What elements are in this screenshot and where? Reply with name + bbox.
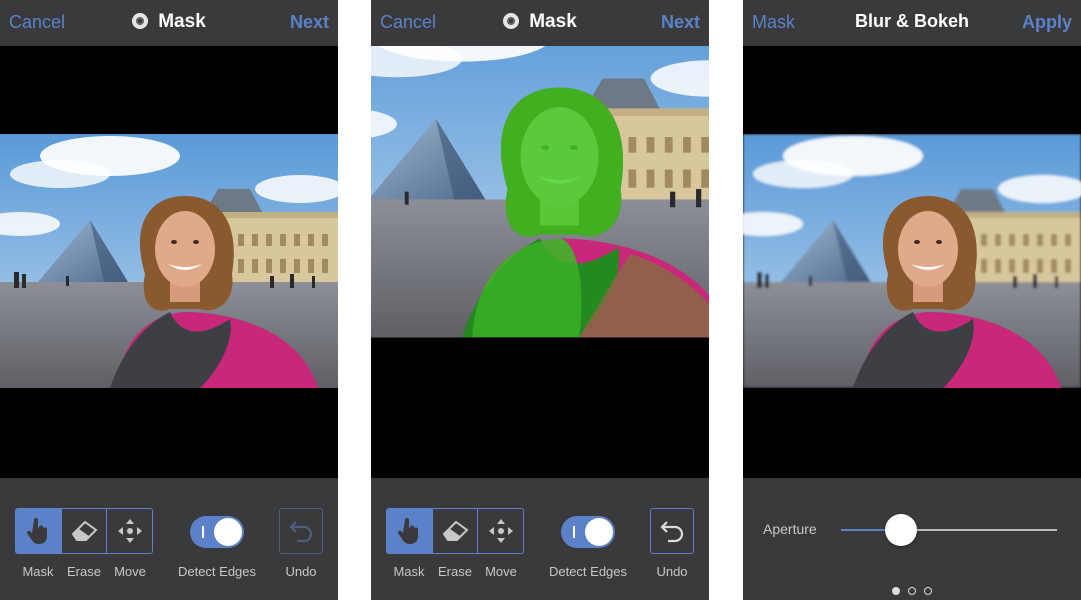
erase-tool-button[interactable] — [433, 509, 479, 553]
hand-icon — [398, 518, 419, 544]
blur-controls: Aperture — [743, 478, 1081, 600]
move-tool-label: Move — [485, 564, 517, 579]
page-dot[interactable] — [924, 587, 932, 595]
detect-edges-toggle[interactable] — [190, 516, 244, 548]
toggle-knob — [214, 518, 242, 546]
move-tool-button[interactable] — [478, 509, 523, 553]
undo-icon — [660, 521, 684, 543]
move-tool-button[interactable] — [107, 509, 152, 553]
move-icon — [117, 519, 142, 543]
detect-edges-label: Detect Edges — [177, 564, 257, 579]
navigation-bar: Cancel Mask Next — [371, 0, 709, 46]
eraser-icon — [71, 520, 98, 541]
undo-label: Undo — [285, 564, 317, 579]
undo-button[interactable] — [650, 508, 694, 554]
undo-button[interactable] — [279, 508, 323, 554]
erase-tool-label: Erase — [67, 564, 101, 579]
apply-button[interactable]: Apply — [1022, 12, 1072, 33]
move-tool-label: Move — [114, 564, 146, 579]
erase-tool-label: Erase — [438, 564, 472, 579]
mask-tool-label: Mask — [22, 564, 54, 579]
toggle-on-indicator — [573, 526, 575, 538]
page-indicator[interactable] — [743, 582, 1081, 600]
photo-canvas-zoomed[interactable] — [371, 46, 709, 362]
mask-screen-1: Cancel Mask Next Mask Erase Move Detect … — [0, 0, 338, 600]
mask-toolbar: Mask Erase Move Detect Edges Undo — [0, 478, 338, 600]
erase-tool-button[interactable] — [62, 509, 108, 553]
detect-edges-toggle[interactable] — [561, 516, 615, 548]
move-icon — [488, 519, 513, 543]
toggle-knob — [585, 518, 613, 546]
next-button[interactable]: Next — [661, 12, 700, 33]
navigation-bar: Cancel Mask Next — [0, 0, 338, 46]
tool-segmented-control — [15, 508, 153, 554]
photo-preview — [743, 134, 1081, 388]
blur-bokeh-screen: Mask Blur & Bokeh Apply Aperture — [743, 0, 1081, 600]
aperture-slider[interactable] — [841, 514, 1057, 546]
screen-title: Mask — [371, 11, 709, 33]
undo-label: Undo — [656, 564, 688, 579]
detect-edges-label: Detect Edges — [548, 564, 628, 579]
toggle-on-indicator — [202, 526, 204, 538]
slider-thumb[interactable] — [885, 514, 918, 546]
page-dot[interactable] — [908, 587, 916, 595]
mask-ring-icon — [132, 13, 149, 29]
hand-icon — [27, 518, 48, 544]
undo-icon — [289, 521, 313, 543]
navigation-bar: Mask Blur & Bokeh Apply — [743, 0, 1081, 46]
mask-tool-button[interactable] — [387, 509, 433, 553]
mask-screen-2: Cancel Mask Next Mask Erase Move Detect … — [371, 0, 709, 600]
mask-toolbar: Mask Erase Move Detect Edges Undo — [371, 478, 709, 600]
photo-canvas[interactable] — [0, 134, 338, 388]
mask-ring-icon — [503, 13, 520, 29]
tool-segmented-control — [386, 508, 524, 554]
mask-tool-label: Mask — [393, 564, 425, 579]
mask-tool-button[interactable] — [16, 509, 62, 553]
page-dot[interactable] — [892, 587, 900, 595]
aperture-label: Aperture — [763, 521, 817, 537]
next-button[interactable]: Next — [290, 12, 329, 33]
title-text: Mask — [529, 11, 577, 32]
title-text: Mask — [158, 11, 206, 32]
screen-title: Mask — [0, 11, 338, 33]
eraser-icon — [442, 520, 469, 541]
